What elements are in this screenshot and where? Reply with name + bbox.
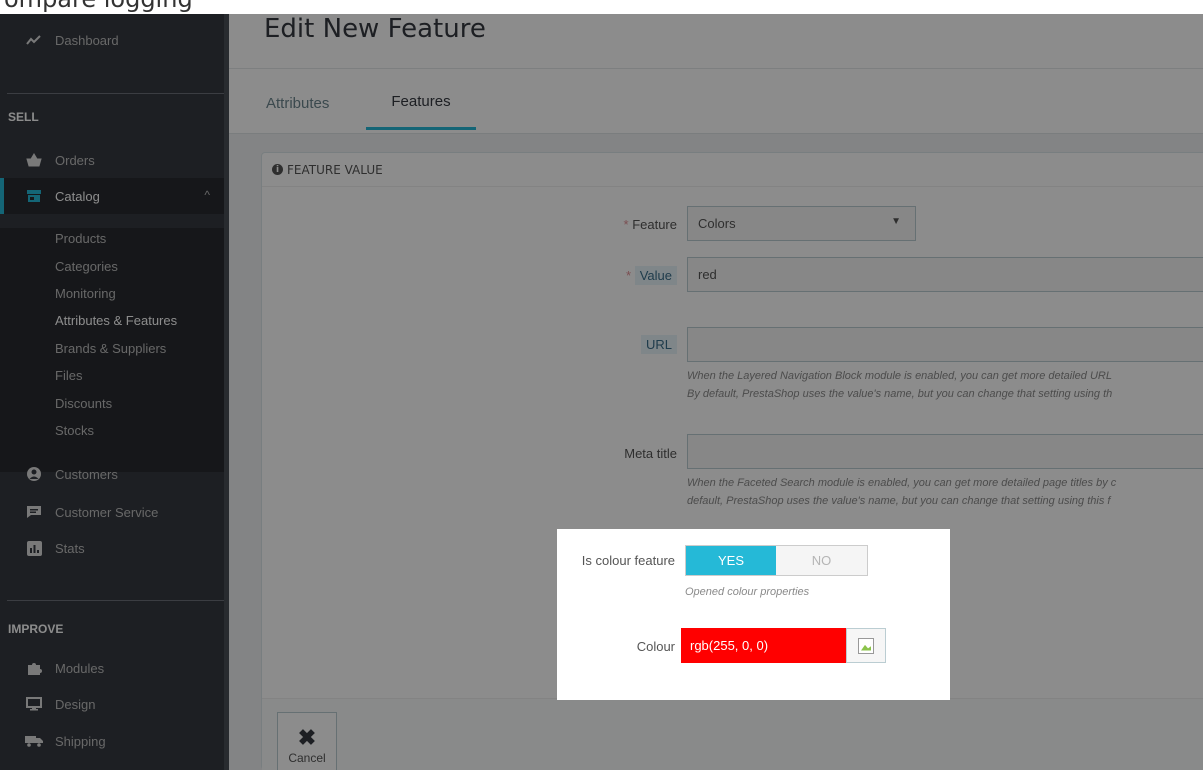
- basket-icon: [24, 152, 44, 168]
- colour-label: Colour: [636, 639, 675, 654]
- required-asterisk: *: [623, 217, 629, 232]
- feature-select-value: Colors: [698, 216, 736, 231]
- submenu-item-stocks[interactable]: Stocks: [55, 423, 94, 438]
- image-icon: [858, 637, 874, 654]
- sidebar-item-label: Stats: [55, 540, 85, 556]
- toggle-no[interactable]: NO: [776, 546, 867, 575]
- submenu-item-attributes-features[interactable]: Attributes & Features: [55, 313, 177, 328]
- feature-label: * Feature: [572, 217, 678, 232]
- sidebar-item-stats[interactable]: Stats: [0, 530, 224, 566]
- sidebar-item-label: Catalog: [55, 188, 100, 204]
- url-help-line-1: When the Layered Navigation Block module…: [687, 370, 1112, 382]
- section-sell: SELL: [8, 110, 39, 124]
- truck-icon: [24, 733, 44, 749]
- meta-help-line-2: default, PrestaShop uses the value's nam…: [687, 495, 1111, 507]
- tab-attributes[interactable]: Attributes: [266, 76, 329, 130]
- value-label-text: Value: [634, 266, 677, 285]
- sidebar-item-label: Customer Service: [55, 504, 159, 520]
- section-improve: IMPROVE: [8, 622, 64, 636]
- colour-feature-label: Is colour feature: [581, 553, 675, 568]
- divider: [7, 93, 224, 94]
- colour-feature-toggle[interactable]: YES NO: [685, 545, 868, 576]
- toggle-yes[interactable]: YES: [686, 546, 776, 575]
- sidebar-item-label: Design: [55, 696, 96, 712]
- sidebar-item-customer-service[interactable]: Customer Service: [0, 494, 224, 530]
- sidebar-item-label: Shipping: [55, 733, 106, 749]
- sidebar-item-customers[interactable]: Customers: [0, 456, 224, 492]
- value-label: * Value: [572, 266, 677, 285]
- colour-input-text: rgb(255, 0, 0): [690, 638, 769, 653]
- colour-help: Opened colour properties: [685, 586, 810, 598]
- sidebar-item-design[interactable]: Design: [0, 686, 224, 722]
- caption-text: ompare logging: [4, 0, 193, 13]
- value-input-text: red: [698, 267, 717, 282]
- chevron-up-icon: ^: [204, 188, 210, 202]
- close-icon: ✖: [297, 724, 317, 750]
- divider: [229, 68, 1203, 69]
- colour-input[interactable]: rgb(255, 0, 0): [681, 628, 846, 663]
- submenu-item-brands[interactable]: Brands & Suppliers: [55, 341, 166, 356]
- chat-icon: [24, 504, 44, 520]
- feature-label-text: Feature: [632, 217, 677, 232]
- submenu-item-monitoring[interactable]: Monitoring: [55, 286, 116, 301]
- monitor-icon: [24, 696, 44, 712]
- info-icon: i: [272, 164, 283, 175]
- sidebar-item-modules[interactable]: Modules: [0, 650, 224, 686]
- trending-up-icon: [24, 32, 44, 48]
- sidebar-item-catalog[interactable]: Catalog ^: [0, 178, 224, 214]
- submenu-item-products[interactable]: Products: [55, 231, 106, 246]
- store-icon: [24, 188, 44, 204]
- caret-down-icon: ▼: [891, 216, 901, 227]
- panel-heading-text: FEATURE VALUE: [287, 162, 383, 177]
- top-caption: ompare logging: [0, 0, 1203, 14]
- sidebar-item-orders[interactable]: Orders: [0, 142, 224, 178]
- meta-help-line-1: When the Faceted Search module is enable…: [687, 477, 1117, 489]
- value-input[interactable]: red: [687, 257, 1203, 292]
- user-circle-icon: [24, 466, 44, 482]
- sidebar-item-dashboard[interactable]: Dashboard: [0, 22, 224, 58]
- url-label: URL: [572, 335, 677, 354]
- feature-select[interactable]: Colors ▼: [687, 206, 916, 241]
- submenu-item-discounts[interactable]: Discounts: [55, 396, 112, 411]
- sidebar-item-shipping[interactable]: Shipping: [0, 723, 224, 759]
- tab-features[interactable]: Features: [366, 76, 476, 130]
- submenu-item-categories[interactable]: Categories: [55, 259, 118, 274]
- url-label-text: URL: [640, 335, 677, 354]
- panel-heading: i FEATURE VALUE: [262, 153, 1203, 187]
- sidebar-item-label: Modules: [55, 660, 105, 676]
- colour-picker-button[interactable]: [846, 628, 886, 663]
- cancel-button[interactable]: ✖ Cancel: [277, 712, 337, 770]
- panel-footer: ✖ Cancel: [262, 698, 1203, 770]
- url-help-line-2: By default, PrestaShop uses the value's …: [687, 388, 1113, 400]
- divider: [7, 600, 224, 601]
- submenu-item-files[interactable]: Files: [55, 368, 82, 383]
- sidebar-item-label: Orders: [55, 152, 95, 168]
- puzzle-icon: [24, 660, 44, 676]
- page-header: Edit New Feature Attributes Features: [229, 14, 1203, 134]
- meta-title-input[interactable]: [687, 434, 1203, 469]
- bar-chart-icon: [24, 540, 44, 556]
- meta-title-label: Meta title: [624, 446, 677, 461]
- sidebar-item-label: Customers: [55, 466, 118, 482]
- page-title: Edit New Feature: [264, 14, 486, 44]
- required-asterisk: *: [626, 268, 632, 283]
- sidebar-item-label: Dashboard: [55, 32, 119, 48]
- colour-settings-highlight: Is colour feature YES NO Opened colour p…: [557, 529, 950, 700]
- sidebar: Dashboard SELL Orders Catalog ^ Products…: [0, 14, 229, 770]
- cancel-label: Cancel: [288, 750, 326, 765]
- url-input[interactable]: [687, 327, 1203, 362]
